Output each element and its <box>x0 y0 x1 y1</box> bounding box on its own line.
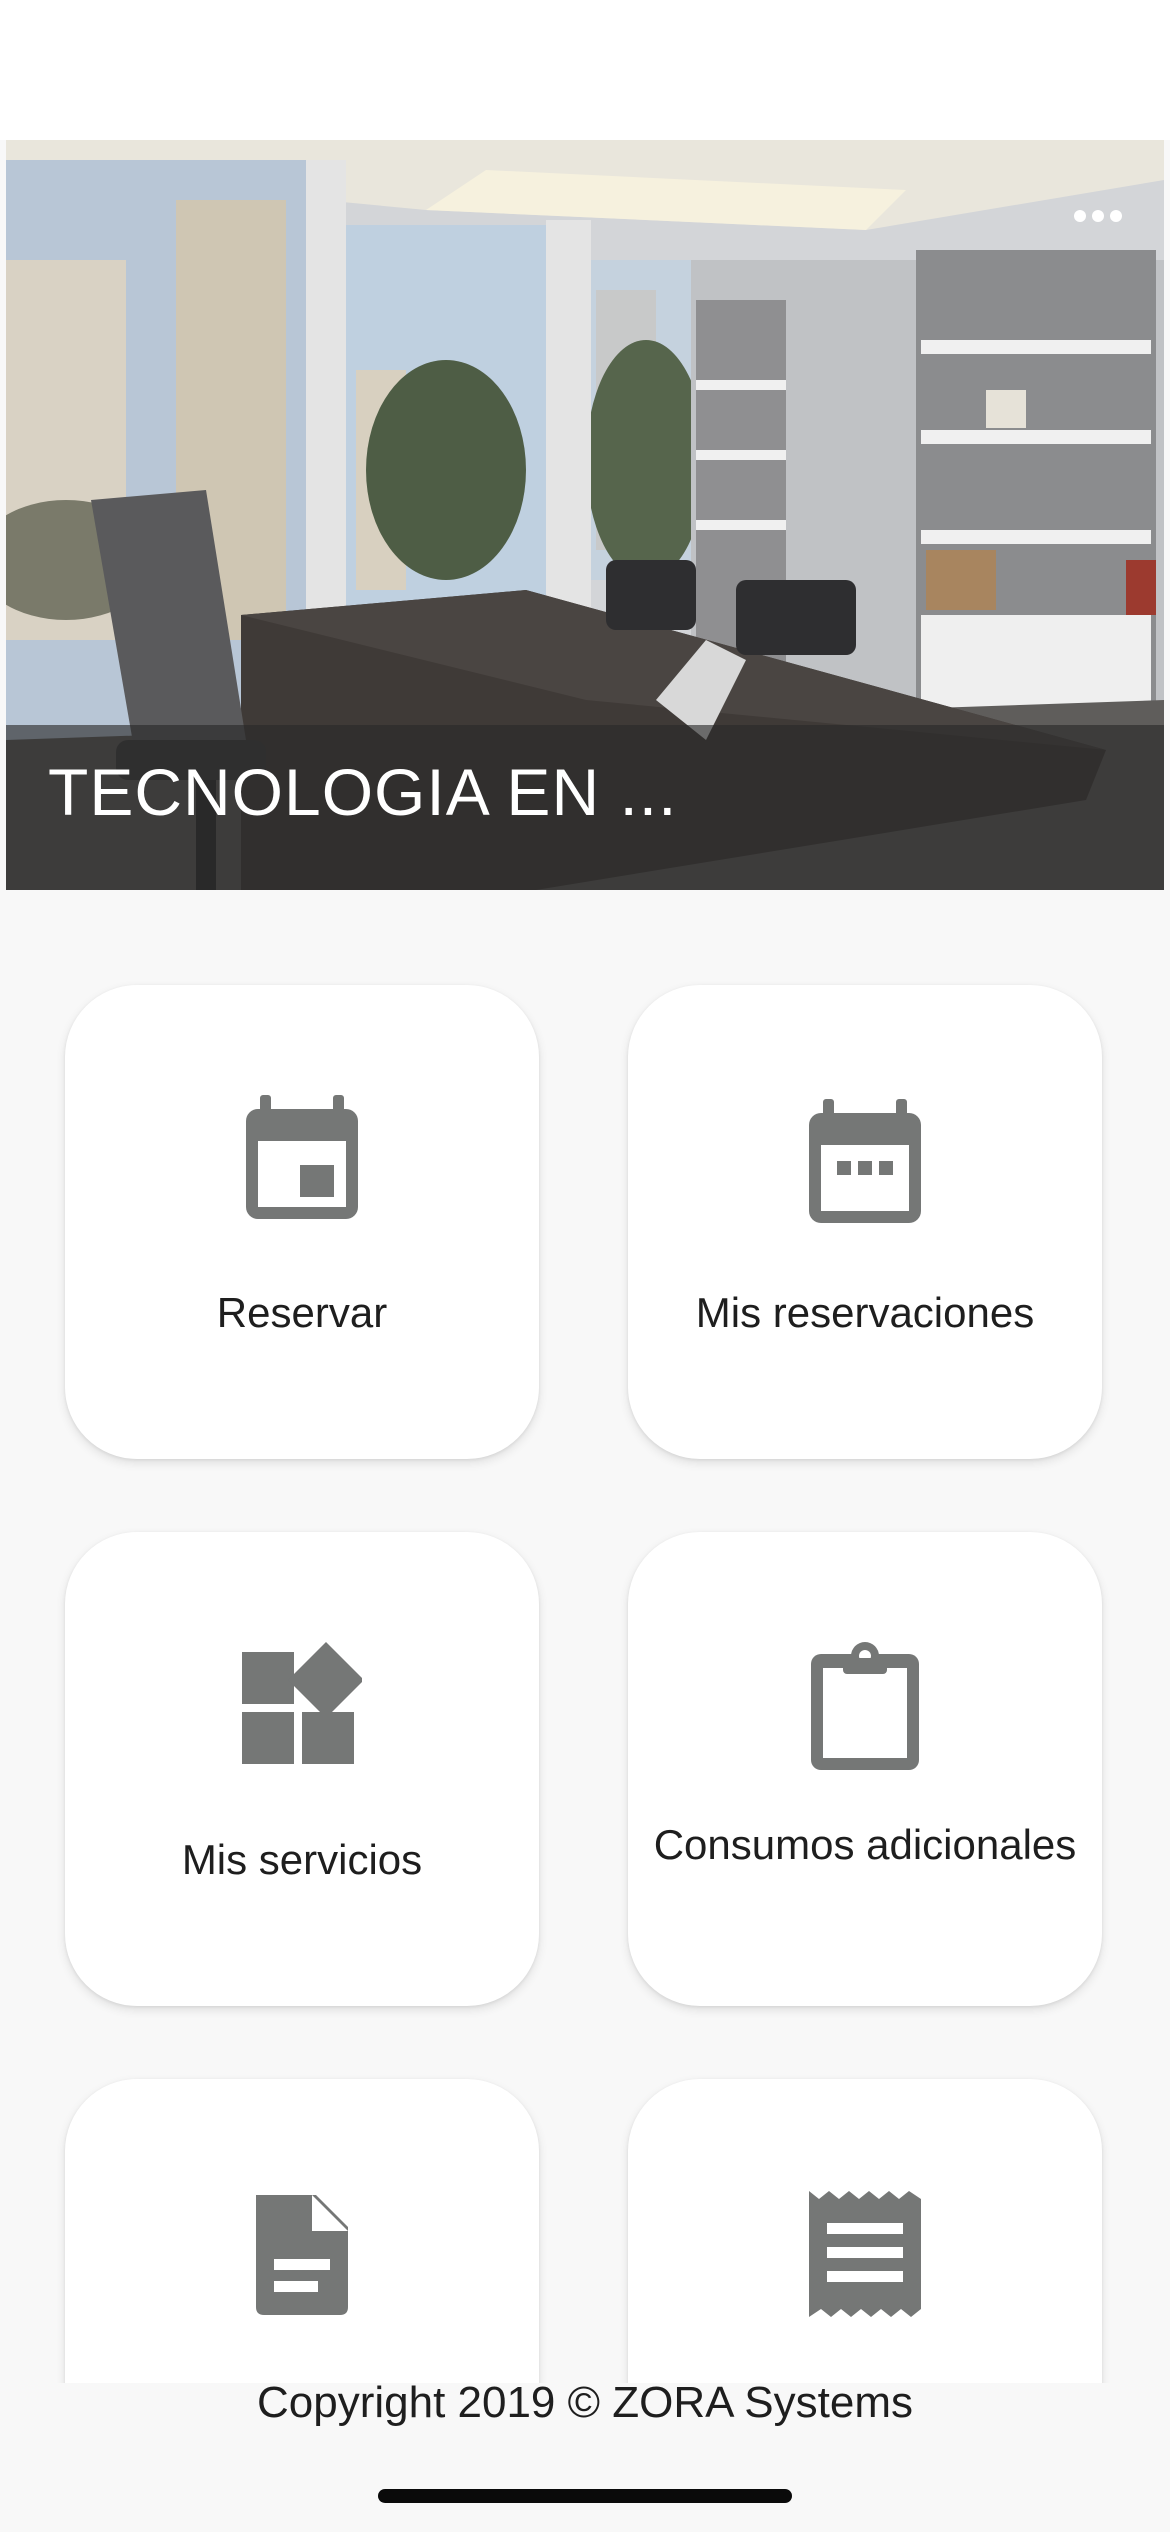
status-bar-area <box>0 0 1170 140</box>
menu-card-label: Mis servicios <box>181 1836 423 1883</box>
menu-card-mis-servicios[interactable]: Mis servicios <box>65 1532 539 2006</box>
menu-card-label: Consumos adicionales <box>653 1821 1077 1868</box>
menu-grid: Reservar Mis reservaciones Mis servicios <box>0 900 1170 2383</box>
menu-card-label: Reservar <box>216 1289 388 1336</box>
document-icon <box>256 2195 348 2315</box>
more-horizontal-icon[interactable] <box>1068 196 1128 236</box>
menu-card-reservar[interactable]: Reservar <box>65 985 539 1459</box>
menu-card-mis-reservaciones[interactable]: Mis reservaciones <box>628 985 1102 1459</box>
menu-card-consumos-adicionales[interactable]: Consumos adicionales <box>628 1532 1102 2006</box>
home-indicator[interactable] <box>378 2489 792 2503</box>
menu-card-documento[interactable] <box>65 2079 539 2383</box>
hero-title: TECNOLOGIA EN ... <box>48 755 678 829</box>
menu-card-label: Mis reservaciones <box>695 1289 1035 1336</box>
hero-banner[interactable]: TECNOLOGIA EN ... <box>6 140 1164 890</box>
widgets-icon <box>242 1642 362 1764</box>
receipt-icon <box>809 2191 921 2317</box>
hero-caption-overlay: TECNOLOGIA EN ... <box>6 725 1164 890</box>
calendar-event-icon <box>246 1095 358 1219</box>
clipboard-icon <box>811 1642 919 1770</box>
copyright-text: Copyright 2019 © ZORA Systems <box>256 2378 913 2427</box>
calendar-view-icon <box>809 1099 921 1223</box>
menu-card-recibo[interactable] <box>628 2079 1102 2383</box>
